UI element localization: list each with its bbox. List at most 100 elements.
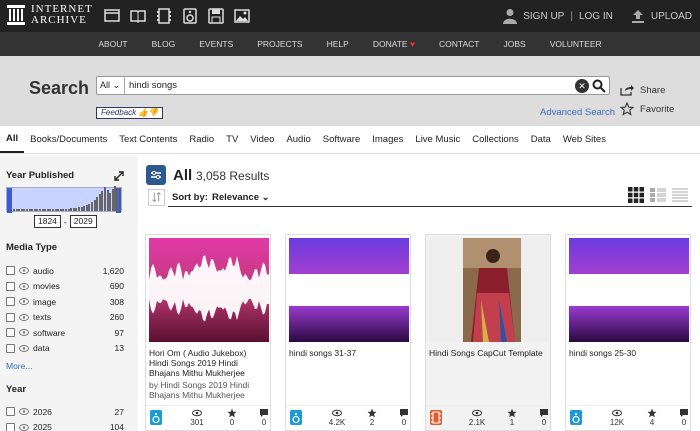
- nav-volunteer[interactable]: VOLUNTEER: [538, 32, 614, 56]
- user-icon[interactable]: [503, 8, 518, 24]
- media-type-title: Media Type: [6, 242, 58, 253]
- nav-contact[interactable]: CONTACT: [427, 32, 491, 56]
- result-title[interactable]: Hori Om ( Audio Jukebox) Hindi Songs 201…: [149, 348, 267, 378]
- upload-icon[interactable]: [631, 9, 645, 23]
- reviews-icon: [680, 409, 688, 417]
- tab-software[interactable]: Software: [317, 126, 367, 153]
- media-type-facet-software[interactable]: software 97: [6, 325, 124, 340]
- tab-books[interactable]: Books/Documents: [24, 126, 113, 153]
- facet-checkbox[interactable]: [6, 281, 15, 291]
- grid-view-icon[interactable]: [628, 187, 644, 203]
- result-card[interactable]: hindi songs 31-37 4.2K 2 0: [285, 234, 412, 431]
- facet-label[interactable]: data: [33, 343, 115, 353]
- nav-projects[interactable]: PROJECTS: [245, 32, 314, 56]
- nav-events[interactable]: EVENTS: [187, 32, 245, 56]
- feedback-button[interactable]: Feedback 👍👎: [96, 107, 164, 119]
- search-scope-select[interactable]: All ⌄: [97, 77, 125, 94]
- eye-icon[interactable]: [19, 423, 29, 431]
- more-media-types-link[interactable]: More...: [6, 361, 32, 371]
- filter-toggle-icon[interactable]: [146, 165, 166, 185]
- eye-icon[interactable]: [19, 313, 29, 321]
- year-histogram[interactable]: [6, 186, 122, 213]
- sign-up-link[interactable]: SIGN UP: [523, 11, 564, 22]
- media-type-facet-movies[interactable]: movies 690: [6, 279, 124, 294]
- list-compact-view-icon[interactable]: [672, 187, 688, 203]
- tab-images[interactable]: Images: [366, 126, 409, 153]
- eye-icon[interactable]: [19, 344, 29, 352]
- search-input[interactable]: hindi songs: [129, 77, 177, 94]
- texts-icon[interactable]: [130, 8, 146, 24]
- result-title[interactable]: hindi songs 31-37: [289, 348, 407, 358]
- tab-all[interactable]: All: [0, 126, 25, 153]
- year-min-input[interactable]: 1824: [34, 215, 61, 228]
- year-max-input[interactable]: 2029: [69, 215, 97, 228]
- sort-select[interactable]: Relevance ⌄: [212, 192, 270, 203]
- favorite-count: 0: [229, 418, 235, 427]
- facet-checkbox[interactable]: [6, 266, 15, 275]
- software-icon[interactable]: [208, 8, 224, 24]
- year-min-handle[interactable]: [7, 188, 12, 213]
- media-type-facet-data[interactable]: data 13: [6, 341, 124, 356]
- eye-icon[interactable]: [19, 298, 29, 305]
- facet-checkbox[interactable]: [6, 312, 15, 322]
- tab-audio[interactable]: Audio: [280, 126, 316, 153]
- result-title[interactable]: hindi songs 25-30: [569, 348, 687, 358]
- facet-checkbox[interactable]: [6, 422, 15, 431]
- upload-link[interactable]: UPLOAD: [651, 11, 692, 22]
- expand-icon[interactable]: [114, 171, 124, 181]
- eye-icon[interactable]: [19, 408, 29, 415]
- share-label: Share: [640, 84, 666, 96]
- tab-collections[interactable]: Collections: [466, 126, 524, 153]
- tab-radio[interactable]: Radio: [183, 126, 220, 153]
- media-type-facet-image[interactable]: image 308: [6, 294, 124, 309]
- facet-label[interactable]: movies: [33, 281, 110, 291]
- facet-checkbox[interactable]: [6, 297, 15, 306]
- advanced-search-link[interactable]: Advanced Search: [540, 107, 615, 118]
- video-icon[interactable]: [156, 8, 172, 24]
- result-card[interactable]: Hori Om ( Audio Jukebox) Hindi Songs 201…: [145, 234, 272, 431]
- share-button[interactable]: Share: [620, 84, 665, 96]
- facet-checkbox[interactable]: [6, 343, 15, 353]
- reviews-icon: [260, 409, 268, 417]
- sort-direction-icon[interactable]: [148, 189, 165, 206]
- nav-help[interactable]: HELP: [315, 32, 361, 56]
- eye-icon[interactable]: [19, 267, 29, 274]
- chevron-down-icon: ⌄: [261, 192, 270, 203]
- images-icon[interactable]: [234, 8, 250, 24]
- facet-checkbox[interactable]: [6, 328, 15, 337]
- facet-label[interactable]: 2026: [33, 407, 115, 417]
- tab-live-music[interactable]: Live Music: [409, 126, 466, 153]
- nav-jobs[interactable]: JOBS: [491, 32, 537, 56]
- media-type-facet-audio[interactable]: audio 1,620: [6, 263, 124, 278]
- facet-label[interactable]: software: [33, 328, 115, 338]
- facet-label[interactable]: texts: [33, 312, 110, 322]
- tab-data[interactable]: Data: [525, 126, 557, 153]
- facet-label[interactable]: image: [33, 297, 110, 307]
- nav-about[interactable]: ABOUT: [86, 32, 139, 56]
- year-facet-2026[interactable]: 2026 27: [6, 404, 124, 419]
- audio-icon[interactable]: [182, 8, 198, 24]
- eye-icon[interactable]: [19, 282, 29, 290]
- internet-archive-logo[interactable]: INTERNET ARCHIVE: [6, 4, 93, 26]
- favorite-button[interactable]: Favorite: [620, 102, 674, 116]
- facet-label[interactable]: 2025: [33, 422, 110, 431]
- facet-checkbox[interactable]: [6, 407, 15, 416]
- log-in-link[interactable]: LOG IN: [579, 11, 613, 22]
- web-icon[interactable]: [104, 8, 120, 24]
- clear-search-icon[interactable]: ✕: [575, 79, 589, 93]
- search-icon[interactable]: [592, 79, 606, 93]
- eye-icon[interactable]: [19, 329, 29, 336]
- facet-label[interactable]: audio: [33, 266, 103, 276]
- result-card[interactable]: hindi songs 25-30 12K 4 0: [565, 234, 692, 431]
- tab-video[interactable]: Video: [244, 126, 280, 153]
- media-type-facet-texts[interactable]: texts 260: [6, 310, 124, 325]
- result-title[interactable]: Hindi Songs CapCut Template: [429, 348, 547, 358]
- tab-web-sites[interactable]: Web Sites: [557, 126, 612, 153]
- result-card[interactable]: Hindi Songs CapCut Template 2.1K 1 0: [425, 234, 552, 431]
- tab-tv[interactable]: TV: [220, 126, 244, 153]
- list-detail-view-icon[interactable]: [650, 187, 666, 203]
- nav-blog[interactable]: BLOG: [140, 32, 188, 56]
- tab-text-contents[interactable]: Text Contents: [113, 126, 183, 153]
- year-facet-2025[interactable]: 2025 104: [6, 420, 124, 431]
- nav-donate[interactable]: DONATE ♥: [361, 32, 427, 56]
